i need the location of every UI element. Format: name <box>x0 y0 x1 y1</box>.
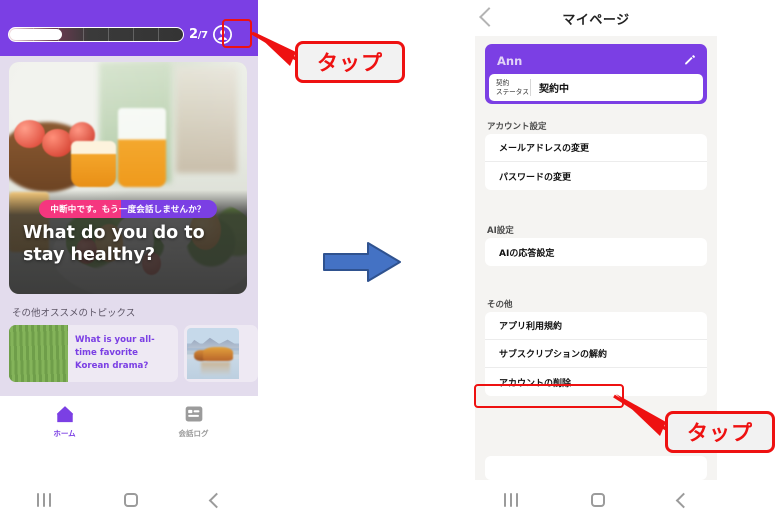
section-heading-other: その他 <box>487 300 513 310</box>
left-phone-screen: 2/7 中断中です。もう一度会話しませんか？ What do you do to… <box>0 0 258 520</box>
section-heading-ai: AI設定 <box>487 226 514 236</box>
progress-total: 7 <box>201 29 208 41</box>
callout-1-leader-line <box>251 31 297 61</box>
contract-status-value: 契約中 <box>539 84 569 95</box>
progress-bar <box>8 26 184 42</box>
page-title: マイページ <box>562 13 630 28</box>
back-icon[interactable] <box>208 492 224 508</box>
hero-resume-badge-label: 中断中です。もう一度会話しませんか？ <box>50 205 206 215</box>
hero-resume-badge: 中断中です。もう一度会話しませんか？ <box>39 200 217 218</box>
menu-group-footer-stub <box>485 456 707 480</box>
home-icon[interactable] <box>590 493 605 507</box>
mountain-lake-thumbnail <box>187 328 239 379</box>
cancel-subscription-highlight-box <box>474 384 624 408</box>
menu-group-ai: AIの応答設定 <box>485 238 707 266</box>
progress-count: 2/7 <box>189 28 208 41</box>
contract-status-label-line2: ステータス <box>496 87 529 96</box>
mypage-header: マイページ <box>467 0 725 36</box>
left-android-nav-bar <box>0 480 258 520</box>
menu-item-terms-of-use[interactable]: アプリ利用規約 <box>485 312 707 340</box>
avatar-highlight-box <box>222 19 252 48</box>
contract-status-label-line1: 契約 <box>496 78 510 87</box>
nav-item-conversation-log[interactable]: 会話ログ <box>129 404 258 439</box>
callout-tap-1-label: タップ <box>317 51 383 75</box>
menu-item-change-password[interactable]: パスワードの変更 <box>485 162 707 190</box>
menu-item-ai-response-settings[interactable]: AIの応答設定 <box>485 238 707 266</box>
progress-row: 2/7 <box>8 24 250 44</box>
home-icon <box>56 406 73 423</box>
menu-item-change-email[interactable]: メールアドレスの変更 <box>485 134 707 162</box>
pencil-icon[interactable] <box>683 53 696 66</box>
menu-item-cancel-subscription[interactable]: サブスクリプションの解約 <box>485 340 707 368</box>
screenshot-stage: 2/7 中断中です。もう一度会話しませんか？ What do you do to… <box>0 0 780 520</box>
topics-heading: その他オススメのトピックス <box>12 308 136 319</box>
callout-tap-2-label: タップ <box>687 421 753 445</box>
topic-card-1[interactable]: What is your all-time favorite Korean dr… <box>9 325 178 382</box>
progress-bar-ticks <box>9 27 183 41</box>
callout-tap-1: タップ <box>295 41 405 83</box>
hero-title: What do you do to stay healthy? <box>23 223 205 265</box>
home-icon[interactable] <box>123 493 138 507</box>
topic-card-2[interactable] <box>184 325 258 382</box>
menu-group-account: メールアドレスの変更 パスワードの変更 <box>485 134 707 190</box>
nav-item-home-label: ホーム <box>53 429 76 438</box>
section-heading-account: アカウント設定 <box>487 122 547 132</box>
grass-field-thumbnail <box>9 325 68 382</box>
hero-topic-card[interactable]: 中断中です。もう一度会話しませんか？ What do you do to sta… <box>9 62 247 294</box>
left-bottom-nav: ホーム 会話ログ <box>0 396 258 480</box>
contract-status-label: 契約 ステータス <box>489 78 531 97</box>
recents-icon[interactable] <box>503 493 518 507</box>
progress-current: 2 <box>189 26 198 42</box>
contract-status-row: 契約 ステータス 契約中 <box>489 74 703 101</box>
flow-arrow-icon <box>323 242 401 282</box>
callout-1-pointer <box>254 32 296 66</box>
conversation-log-icon <box>185 406 202 422</box>
nav-item-conversation-log-label: 会話ログ <box>178 429 209 438</box>
callout-tap-2: タップ <box>665 411 775 453</box>
profile-card: Ann 契約 ステータス 契約中 <box>485 44 707 104</box>
profile-name: Ann <box>497 54 523 68</box>
topic-card-1-title: What is your all-time favorite Korean dr… <box>75 335 155 371</box>
recents-icon[interactable] <box>36 493 51 507</box>
right-android-nav-bar <box>467 480 725 520</box>
nav-item-home[interactable]: ホーム <box>0 404 129 439</box>
back-icon[interactable] <box>675 492 691 508</box>
